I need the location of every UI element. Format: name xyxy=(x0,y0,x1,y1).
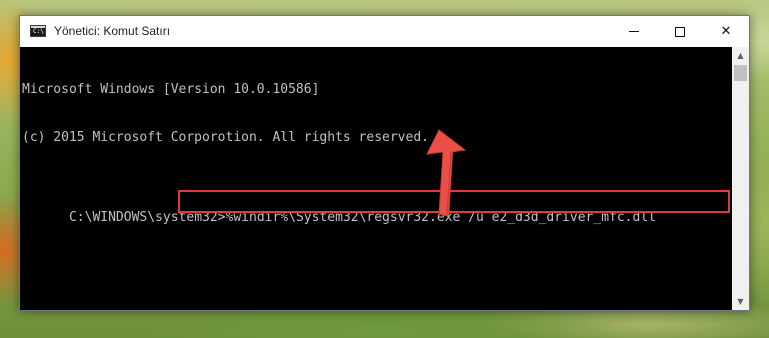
console-output[interactable]: Microsoft Windows [Version 10.0.10586] (… xyxy=(20,47,732,310)
scroll-up-icon[interactable]: ▲ xyxy=(732,47,749,64)
maximize-icon xyxy=(675,26,685,37)
prompt-line[interactable]: C:\WINDOWS\system32>%windir%\System32\re… xyxy=(22,190,732,225)
minimize-icon xyxy=(629,31,639,32)
minimize-button[interactable] xyxy=(611,16,657,47)
scroll-thumb[interactable] xyxy=(734,65,747,81)
close-icon: ✕ xyxy=(720,24,732,39)
console-icon-text: C:\ xyxy=(33,28,44,35)
pointer-arrow-icon xyxy=(426,129,467,217)
close-button[interactable]: ✕ xyxy=(703,16,749,47)
console-icon: C:\ xyxy=(30,25,46,37)
window-title: Yönetici: Komut Satırı xyxy=(54,24,171,38)
vertical-scrollbar[interactable]: ▲ ▼ xyxy=(732,47,749,310)
console-line-version: Microsoft Windows [Version 10.0.10586] xyxy=(22,82,320,97)
command-prompt-window: C:\ Yönetici: Komut Satırı ✕ Microsoft W… xyxy=(19,15,750,311)
maximize-button[interactable] xyxy=(657,16,703,47)
console-line-copyright: (c) 2015 Microsoft Corporotion. All righ… xyxy=(22,130,429,145)
scroll-down-icon[interactable]: ▼ xyxy=(732,293,749,310)
title-bar[interactable]: C:\ Yönetici: Komut Satırı ✕ xyxy=(20,16,749,47)
